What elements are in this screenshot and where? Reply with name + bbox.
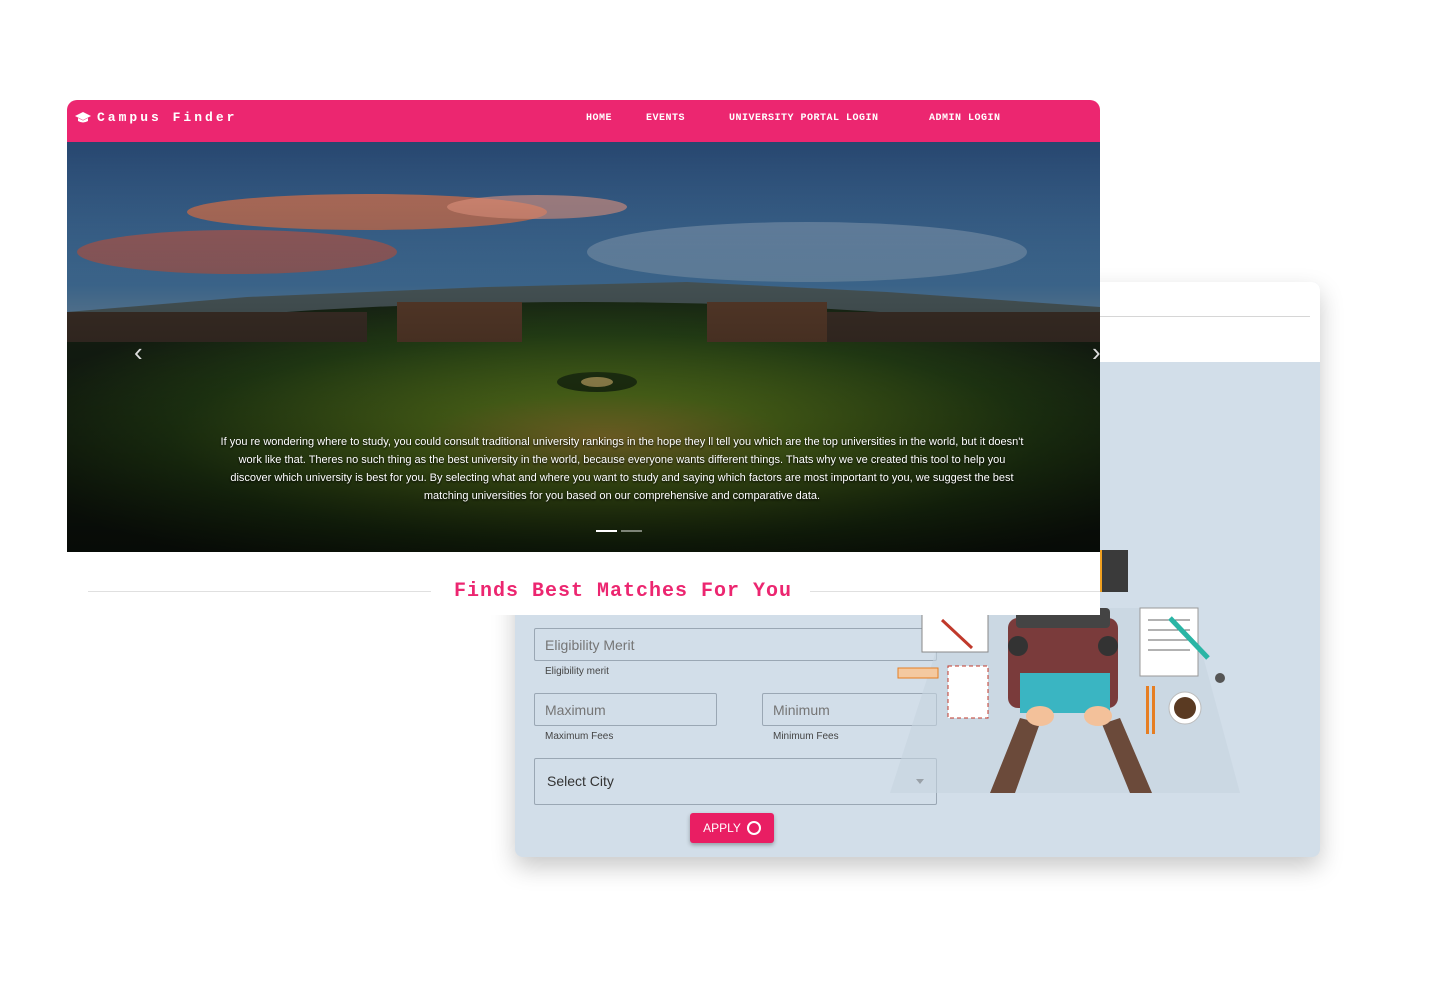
- nav-events[interactable]: EVENTS: [646, 113, 685, 124]
- carousel-indicator-2[interactable]: [621, 530, 642, 532]
- eligibility-merit-input[interactable]: [534, 628, 937, 661]
- chevron-right-icon[interactable]: ›: [1092, 337, 1100, 368]
- maximum-fees-input[interactable]: [534, 693, 717, 726]
- nav-home[interactable]: HOME: [586, 113, 612, 124]
- hero-caption: If you re wondering where to study, you …: [220, 436, 1024, 502]
- main-window: Campus Finder HOME EVENTS UNIVERSITY POR…: [67, 100, 1100, 615]
- chevron-left-icon[interactable]: ‹: [134, 337, 143, 368]
- brand-name: Campus Finder: [97, 110, 238, 125]
- city-select[interactable]: Select City: [534, 758, 937, 805]
- hero-carousel: ‹ › If you re wondering where to study, …: [67, 142, 1100, 552]
- crosshair-icon: [746, 821, 761, 835]
- graduation-cap-icon: [75, 111, 91, 122]
- apply-label: APPLY: [703, 821, 741, 835]
- brand[interactable]: Campus Finder: [75, 110, 237, 125]
- nav-admin-login[interactable]: ADMIN LOGIN: [929, 113, 1001, 124]
- navbar: Campus Finder HOME EVENTS UNIVERSITY POR…: [67, 100, 1100, 142]
- heading-rule-right: [810, 591, 1100, 592]
- eligibility-merit-helper: Eligibility merit: [545, 666, 609, 677]
- carousel-indicators: [596, 530, 642, 532]
- section-heading: Finds Best Matches For You: [454, 580, 793, 603]
- carousel-indicator-1[interactable]: [596, 530, 617, 532]
- nav-university-portal-login[interactable]: UNIVERSITY PORTAL LOGIN: [729, 113, 879, 124]
- apply-button[interactable]: APPLY: [690, 813, 774, 843]
- minimum-fees-helper: Minimum Fees: [773, 731, 839, 742]
- heading-rule-left: [88, 591, 431, 592]
- maximum-fees-helper: Maximum Fees: [545, 731, 614, 742]
- city-select-label: Select City: [547, 773, 614, 789]
